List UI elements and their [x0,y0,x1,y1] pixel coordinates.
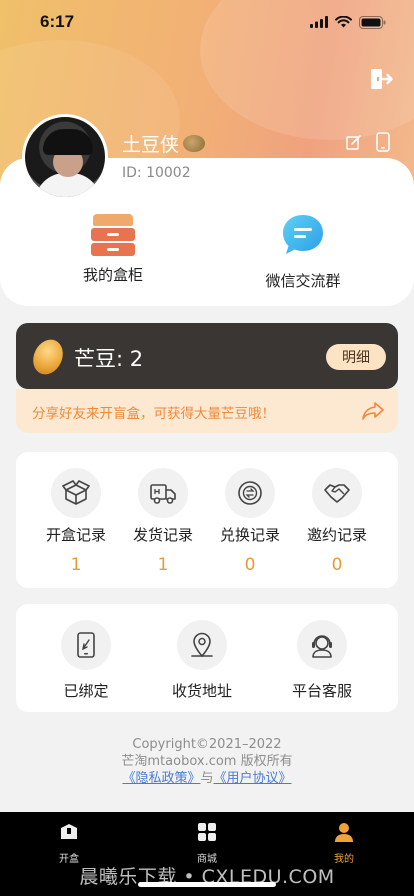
service-icon-circle [61,620,111,670]
record-icon-circle [51,468,101,518]
open-box-icon [62,480,90,505]
avatar-shirt [35,173,101,197]
footer: Copyright©2021–2022 芒淘mtaobox.com 版权所有 《… [0,736,414,787]
grid-tab-icon [198,823,216,841]
box-cabinet-icon [91,214,135,256]
records-card: 开盒记录 1 发货记录 1 兑换记录 0 邀约记录 0 [16,452,398,588]
delivery-record[interactable]: 发货记录 1 [123,468,203,575]
open-box-record-label: 开盒记录 [45,526,106,544]
record-icon-circle [225,468,275,518]
copyright-text: Copyright©2021–2022 [132,737,282,752]
my-box-cabinet-button[interactable]: 我的盒柜 [38,214,188,285]
user-agreement-link[interactable]: 《用户协议》 [214,771,292,786]
user-id: ID: 10002 [122,165,191,181]
services-card: 已绑定 收货地址 平台客服 [16,604,398,712]
phone-icon[interactable] [376,132,390,152]
share-icon[interactable] [362,401,384,421]
wechat-chat-icon [283,215,323,254]
bean-label: 芒豆: [74,347,124,371]
bound-phone-label: 已绑定 [63,682,109,700]
wechat-group-button[interactable]: 微信交流群 [228,214,378,291]
avatar[interactable] [22,114,108,200]
bound-phone-item[interactable]: 已绑定 [36,620,136,701]
tab-open-box[interactable]: 开盒 [34,822,104,865]
wifi-icon [335,16,352,28]
exchange-icon [238,481,262,505]
status-time: 6:17 [40,12,75,31]
bean-balance: 芒豆: 2 [74,343,143,373]
status-bar: 6:17 [0,0,414,44]
edit-icon[interactable] [346,134,362,150]
invite-record-count: 0 [331,555,343,575]
policy-links: 《隐私政策》与《用户协议》 [0,770,414,787]
service-icon-circle [177,620,227,670]
wechat-group-label: 微信交流群 [265,272,341,290]
tab-mall[interactable]: 商城 [172,822,242,865]
record-icon-circle [138,468,188,518]
open-box-record[interactable]: 开盒记录 1 [36,468,116,575]
record-icon-circle [312,468,362,518]
profile-tab-icon [335,823,353,842]
handshake-icon [324,484,350,503]
shipping-address-item[interactable]: 收货地址 [152,620,252,701]
delivery-record-label: 发货记录 [132,526,193,544]
privacy-policy-link[interactable]: 《隐私政策》 [122,771,200,786]
username-text: 土豆侠 [122,134,180,156]
mango-bean-icon [27,334,69,380]
home-indicator [138,882,276,887]
exchange-record-label: 兑换记录 [219,526,280,544]
customer-service-item[interactable]: 平台客服 [272,620,372,701]
battery-icon [359,15,386,29]
service-icon-circle [297,620,347,670]
rights-text: 芒淘mtaobox.com 版权所有 [121,754,293,769]
invite-record[interactable]: 邀约记录 0 [297,468,377,575]
and-text: 与 [200,771,214,786]
cellular-signal-icon [310,16,328,28]
share-text: 分享好友来开盲盒，可获得大量芒豆哦！ [32,406,275,422]
location-pin-icon [191,632,213,658]
invite-record-label: 邀约记录 [306,526,367,544]
open-box-record-count: 1 [70,555,82,575]
bean-value: 2 [129,347,144,371]
exchange-record[interactable]: 兑换记录 0 [210,468,290,575]
bean-balance-bar: 芒豆: 2 明细 [16,323,398,389]
share-banner[interactable]: 分享好友来开盲盒，可获得大量芒豆哦！ [16,389,398,433]
username: 土豆侠 [122,130,206,157]
status-icons [310,15,386,29]
my-box-cabinet-label: 我的盒柜 [82,266,143,284]
logout-icon[interactable] [368,66,394,92]
delivery-truck-icon [150,484,176,504]
avatar-cap [43,129,93,155]
open-box-tab-icon [61,824,77,839]
shipping-address-label: 收货地址 [171,682,232,700]
customer-service-icon [312,635,332,658]
exchange-record-count: 0 [244,555,256,575]
customer-service-label: 平台客服 [291,682,352,700]
tab-mine[interactable]: 我的 [309,822,379,865]
potato-icon [183,135,206,152]
bound-phone-icon [77,632,95,658]
delivery-record-count: 1 [157,555,169,575]
bean-detail-button[interactable]: 明细 [326,344,386,370]
